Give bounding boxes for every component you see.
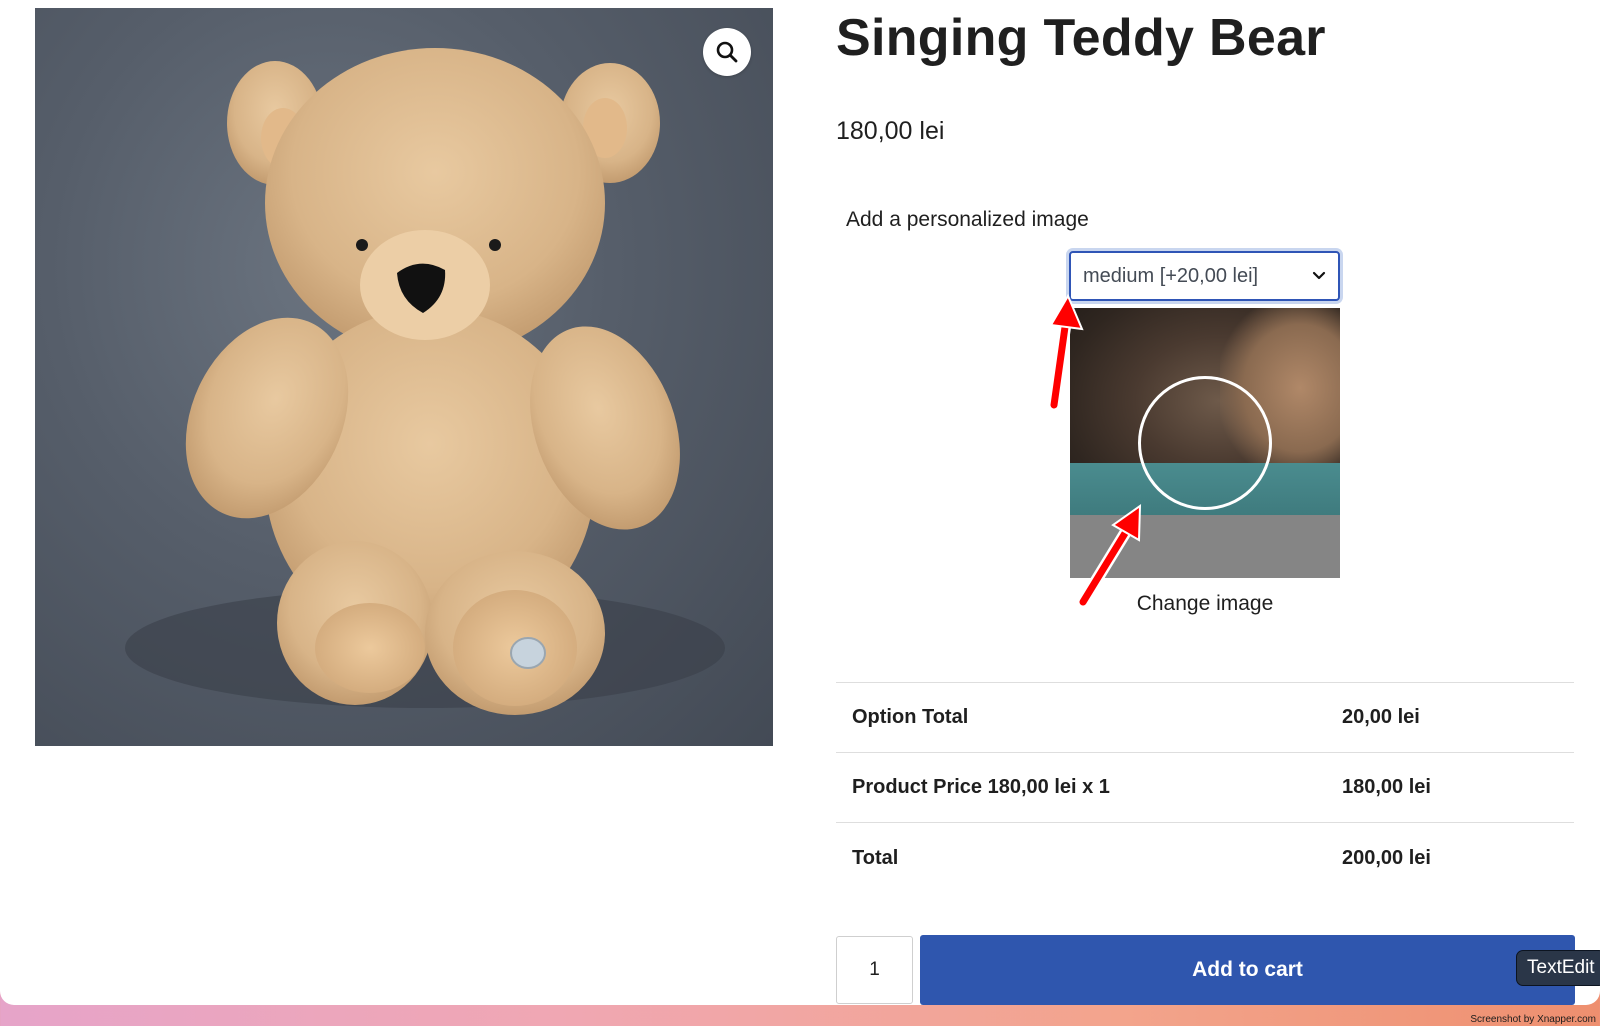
crop-circle[interactable]: [1138, 376, 1272, 510]
totals-label: Total: [852, 846, 899, 869]
teddy-bear-photo: [125, 48, 725, 715]
image-size-select[interactable]: medium [+20,00 lei]: [1069, 251, 1340, 301]
product-price: 180,00 lei: [836, 117, 945, 145]
totals-label: Option Total: [852, 706, 969, 728]
personalized-image-label: Add a personalized image: [846, 208, 1089, 231]
totals-label: Product Price 180,00 lei x 1: [852, 776, 1110, 798]
add-to-cart-button[interactable]: Add to cart: [920, 935, 1575, 1005]
chevron-down-icon: [1312, 271, 1326, 280]
browser-window: Singing Teddy Bear 180,00 lei Add a pers…: [0, 0, 1600, 1005]
search-icon: [716, 41, 738, 63]
product-image[interactable]: [35, 8, 773, 746]
change-image-link[interactable]: Change image: [1070, 592, 1340, 616]
textedit-tooltip: TextEdit: [1516, 950, 1600, 986]
screenshot-credit: Screenshot by Xnapper.com: [1470, 1014, 1596, 1025]
totals-row-option: Option Total 20,00 lei: [836, 683, 1574, 753]
totals-row-product-price: Product Price 180,00 lei x 1 180,00 lei: [836, 753, 1574, 823]
image-size-selected-value: medium [+20,00 lei]: [1083, 264, 1259, 287]
totals-table: Option Total 20,00 lei Product Price 180…: [836, 682, 1574, 893]
totals-value: 180,00 lei: [1342, 776, 1431, 798]
product-title: Singing Teddy Bear: [836, 9, 1326, 67]
zoom-button[interactable]: [703, 28, 751, 76]
totals-value: 20,00 lei: [1342, 706, 1420, 728]
quantity-input[interactable]: 1: [836, 936, 913, 1004]
totals-value: 200,00 lei: [1342, 846, 1431, 869]
totals-row-total: Total 200,00 lei: [836, 823, 1574, 893]
uploaded-image-preview[interactable]: [1070, 308, 1340, 578]
